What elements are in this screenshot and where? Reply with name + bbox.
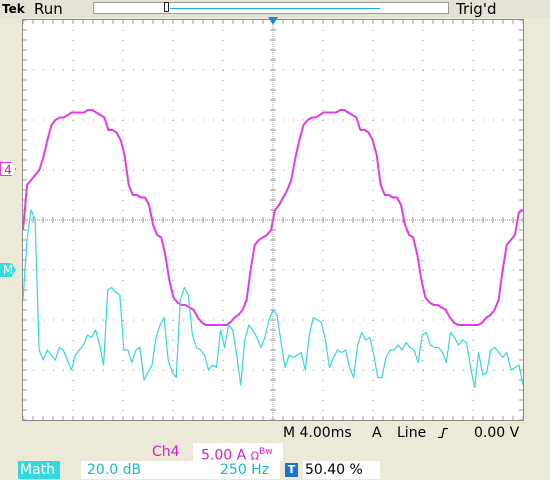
- brand-logo: Tek: [2, 2, 25, 16]
- math-scale-readout[interactable]: 20.0 dB 250 Hz: [81, 461, 280, 479]
- ch4-scale-readout[interactable]: 5.00 A ΩBw: [193, 443, 283, 464]
- math-label[interactable]: Math: [18, 461, 60, 479]
- ch4-label[interactable]: Ch4: [152, 443, 180, 461]
- trigger-position-icon: T: [285, 463, 298, 477]
- timebase-readout[interactable]: M 4.00ms: [283, 424, 352, 442]
- trigger-coupling[interactable]: Line: [397, 424, 426, 442]
- math-ground-marker[interactable]: M: [0, 263, 16, 277]
- rising-edge-icon[interactable]: [438, 428, 448, 438]
- horizontal-position[interactable]: 50.40 %: [303, 461, 380, 479]
- run-state[interactable]: Run: [34, 0, 74, 18]
- record-window: [170, 8, 380, 9]
- math-db-scale: 20.0 dB: [87, 462, 142, 478]
- record-position-marker[interactable]: [164, 2, 169, 12]
- ch4-ground-marker[interactable]: 4: [0, 162, 16, 176]
- trigger-status: Trig'd: [456, 0, 497, 18]
- trigger-position-marker[interactable]: [268, 17, 278, 25]
- trigger-level[interactable]: 0.00 V: [474, 424, 519, 442]
- bandwidth-limit-icon: Bw: [259, 447, 273, 457]
- math-hz-scale: 250 Hz: [220, 462, 270, 478]
- waveform-display[interactable]: [22, 19, 524, 421]
- waveform-plot: [23, 20, 523, 420]
- trigger-source[interactable]: A: [372, 424, 382, 442]
